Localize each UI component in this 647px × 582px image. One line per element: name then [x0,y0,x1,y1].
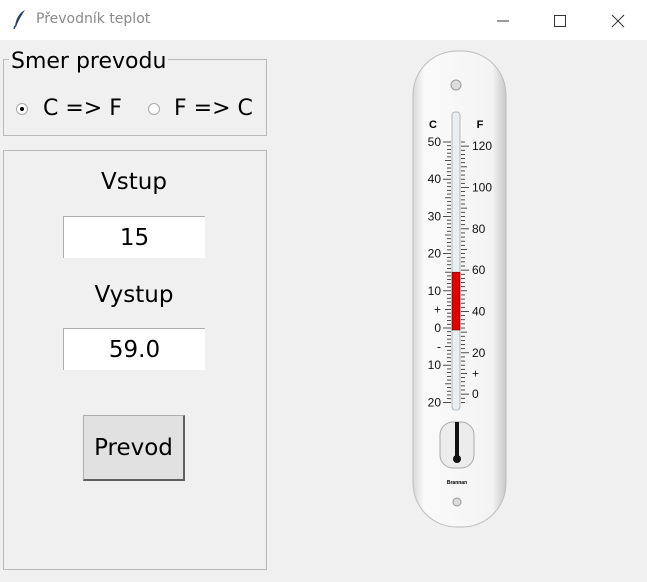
fahrenheit-scale-label: 0 [472,387,479,401]
celsius-scale-label: 10 [428,284,442,298]
celsius-header: C [429,119,437,131]
radio-c-to-f-label[interactable]: C => F [43,95,122,123]
fahrenheit-scale-label: 100 [472,180,492,194]
maximize-icon [554,15,566,27]
celsius-scale-label: 50 [428,135,442,149]
celsius-scale-label: 0 [434,321,441,335]
minimize-icon [497,20,509,22]
output-label: Vystup [94,282,174,308]
celsius-scale-label: 40 [428,172,442,186]
fahrenheit-scale-label: 120 [472,139,492,153]
convert-button[interactable]: Prevod [83,415,185,481]
celsius-scale-label: 20 [428,247,442,261]
input-field[interactable]: 15 [63,216,205,258]
minimize-button[interactable] [483,8,523,34]
celsius-scale-label: - [437,340,441,354]
title-bar: Převodník teplot [0,0,647,40]
fahrenheit-header: F [477,119,484,131]
fahrenheit-scale-label: 20 [472,346,486,360]
feather-icon [13,9,27,33]
radio-c-to-f-indicator[interactable] [16,103,28,115]
thermometer-graphic: C F 50 40 30 20 10 +0 - 10 20 120 100 80 60 40 20 +0 Br… [412,50,507,528]
celsius-scale-label: 10 [428,358,442,372]
fahrenheit-scale-label: 80 [472,222,486,236]
maximize-button[interactable] [540,8,580,34]
radio-f-to-c-indicator[interactable] [148,103,160,115]
brand-label: Brannan [447,480,467,486]
celsius-scale-label: 20 [428,395,442,409]
celsius-scale-label: 30 [428,209,442,223]
fahrenheit-scale-label: 60 [472,263,486,277]
close-button[interactable] [598,8,638,34]
close-icon [611,14,625,28]
window-title: Převodník teplot [36,11,151,27]
direction-group-label: Smer prevodu [9,49,169,75]
fahrenheit-scale-label: + [472,366,479,380]
output-field[interactable]: 59.0 [63,328,205,370]
celsius-scale-label: + [434,302,441,316]
thermometer-image: C F 50 40 30 20 10 +0 - 10 20 120 100 80 60 40 20 +0 Br… [412,50,508,534]
input-label: Vstup [101,169,167,195]
radio-f-to-c-label[interactable]: F => C [174,95,253,123]
fahrenheit-scale-label: 40 [472,304,486,318]
